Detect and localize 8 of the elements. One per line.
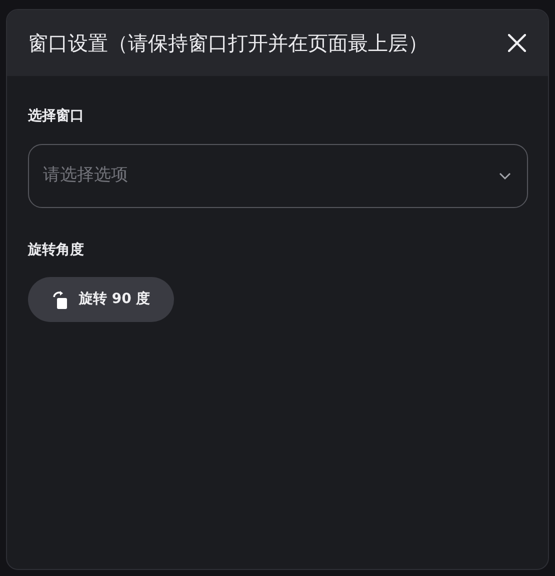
window-select[interactable]: 请选择选项 xyxy=(28,144,528,208)
rotate-button[interactable]: 旋转 90 度 xyxy=(28,277,174,322)
rotate-icon xyxy=(52,290,69,308)
dialog-title: 窗口设置（请保持窗口打开并在页面最上层） xyxy=(28,30,428,57)
close-button[interactable] xyxy=(506,32,528,54)
field-label: 旋转角度 xyxy=(28,240,85,260)
chevron-down-icon xyxy=(499,172,511,180)
field-label: 选择窗口 xyxy=(28,106,85,126)
